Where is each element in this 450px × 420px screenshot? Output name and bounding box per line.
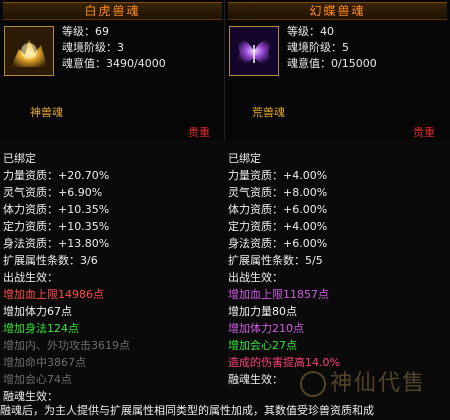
aptitude-agility: 身法资质：+13.80% (3, 237, 110, 250)
soul-type-label: 荒兽魂 (252, 106, 285, 119)
attributes-section: 已绑定 力量资质：+20.70% 灵气资质：+6.90% 体力资质：+10.35… (0, 140, 225, 420)
fusion-description: 融魂后，为主人提供与扩展属性相同类型的属性加成，其数值受珍兽资质和成 (0, 404, 374, 417)
soul-value-text: 魂意值：0/15000 (287, 57, 377, 70)
effect-line: 增加血上限14986点 (3, 288, 104, 301)
aptitude-spirit: 灵气资质：+6.90% (3, 186, 103, 199)
soul-type-label: 神兽魂 (30, 106, 63, 119)
soul-title: 幻蝶兽魂 (228, 2, 447, 20)
aptitude-spirit: 灵气资质：+8.00% (228, 186, 328, 199)
aptitude-agility: 身法资质：+6.00% (228, 237, 328, 250)
effect-line: 增加血上限11857点 (228, 288, 329, 301)
effect-line: 增加会心27点 (228, 339, 297, 352)
battle-effect-label: 出战生效： (228, 271, 283, 284)
soul-stats: 等级：40 魂境阶级：5 魂意值：0/15000 (287, 24, 377, 72)
effect-line: 增加内、外功攻击3619点 (3, 339, 130, 352)
watermark-logo-icon (300, 371, 326, 397)
watermark: 神仙代售 (300, 368, 445, 400)
battle-effect-label: 出战生效： (3, 271, 58, 284)
soul-stats: 等级：69 魂境阶级：3 魂意值：3490/4000 (62, 24, 166, 72)
rarity-label: 贵重 (413, 126, 435, 139)
aptitude-strength: 力量资质：+20.70% (3, 169, 110, 182)
bound-status: 已绑定 (3, 152, 36, 165)
effect-line: 增加身法124点 (3, 322, 79, 335)
aptitude-stamina: 体力资质：+10.35% (3, 203, 110, 216)
soul-title: 白虎兽魂 (3, 2, 222, 20)
butterfly-icon[interactable] (229, 26, 279, 76)
aptitude-focus: 定力资质：+4.00% (228, 220, 328, 233)
effect-line: 增加会心74点 (3, 373, 72, 386)
effect-line: 增加力量80点 (228, 305, 297, 318)
white-tiger-icon[interactable] (4, 26, 54, 76)
effect-line: 增加体力67点 (3, 305, 72, 318)
soul-value-text: 魂意值：3490/4000 (62, 57, 166, 70)
watermark-text: 神仙代售 (330, 371, 427, 396)
level-text: 等级：40 (287, 25, 334, 38)
extended-attribute-count: 扩展属性条数：3/6 (3, 254, 98, 267)
effect-line: 增加命中3867点 (3, 356, 86, 369)
realm-rank-text: 魂境阶级：3 (62, 41, 124, 54)
bound-status: 已绑定 (228, 152, 261, 165)
effect-line: 增加体力210点 (228, 322, 304, 335)
rarity-label: 贵重 (188, 126, 210, 139)
aptitude-focus: 定力资质：+10.35% (3, 220, 110, 233)
extended-attribute-count: 扩展属性条数：5/5 (228, 254, 323, 267)
level-text: 等级：69 (62, 25, 109, 38)
aptitude-stamina: 体力资质：+6.00% (228, 203, 328, 216)
realm-rank-text: 魂境阶级：5 (287, 41, 349, 54)
white-tiger-panel: 白虎兽魂 等级：69 魂境阶级：3 魂意值：3490/4000 神兽魂 贵重 已… (0, 0, 225, 420)
butterfly-panel: 幻蝶兽魂 等级：40 魂境阶级：5 魂意值：0/15000 荒兽魂 贵重 已绑定… (225, 0, 450, 420)
aptitude-strength: 力量资质：+4.00% (228, 169, 328, 182)
